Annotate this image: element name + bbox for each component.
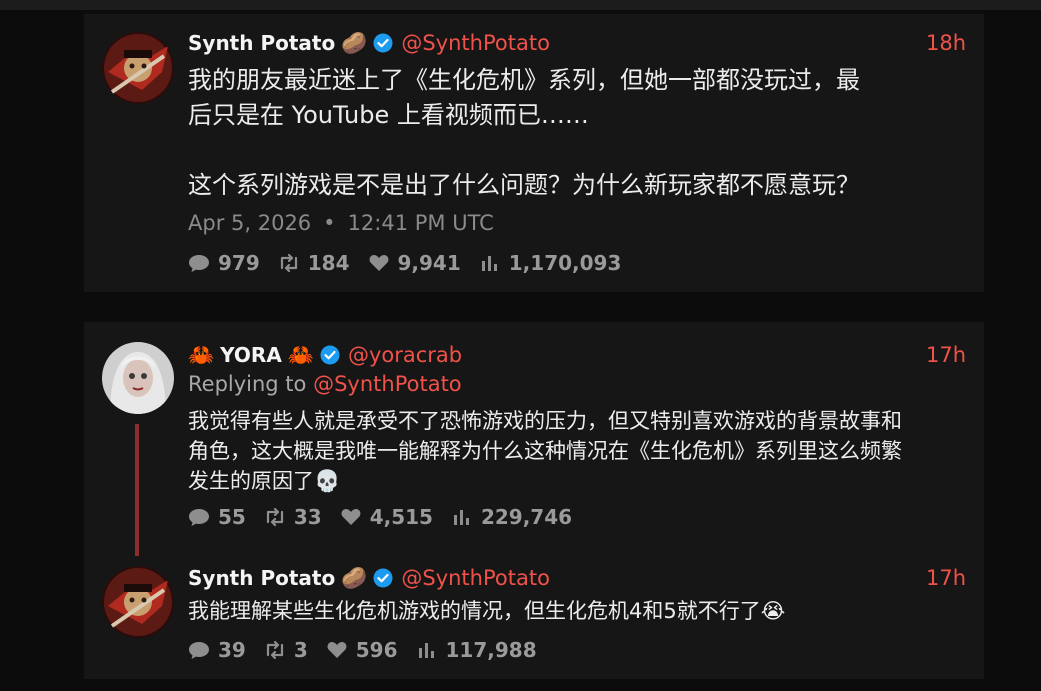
reply-count: 39 xyxy=(218,638,246,662)
handle[interactable]: @SynthPotato xyxy=(401,31,550,55)
avatar-image xyxy=(102,32,174,104)
retweet-count: 33 xyxy=(293,505,322,529)
date: Apr 5, 2026 xyxy=(188,211,312,235)
reply-count: 979 xyxy=(218,251,260,275)
retweet-icon xyxy=(280,253,297,273)
handle[interactable]: @SynthPotato xyxy=(401,566,550,590)
handle[interactable]: @yoracrab xyxy=(348,343,462,367)
tweet-date: Apr 5, 2026 • 12:41 PM UTC xyxy=(188,211,494,235)
like-button[interactable]: 4,515 xyxy=(340,505,433,529)
bar-chart-icon xyxy=(481,256,497,271)
tweet-text: 我的朋友最近迷上了《生化危机》系列，但她一部都没玩过，最 后只是在 YouTub… xyxy=(188,66,860,199)
views-button[interactable]: 1,170,093 xyxy=(479,251,622,275)
speech-bubble-icon xyxy=(189,509,209,526)
heart-icon xyxy=(327,642,347,658)
speech-bubble-icon xyxy=(189,642,209,659)
retweet-icon xyxy=(266,640,283,660)
like-count: 9,941 xyxy=(397,251,461,275)
avatar-yoracrab[interactable] xyxy=(102,342,174,414)
view-count: 117,988 xyxy=(445,638,537,662)
replying-to: Replying to @SynthPotato xyxy=(188,372,462,396)
view-count: 229,746 xyxy=(480,505,573,529)
timestamp[interactable]: 17h xyxy=(926,343,966,367)
date-separator: • xyxy=(323,211,336,235)
reply-header: 🦀 YORA 🦀 @yoracrab 17h xyxy=(188,340,966,370)
heart-icon xyxy=(341,509,361,525)
potato-emoji: 🥔 xyxy=(341,30,368,55)
bar-chart-icon xyxy=(453,510,469,525)
tweet-thread-card: 🦀 YORA 🦀 @yoracrab 17h Replying to @Synt… xyxy=(84,322,984,679)
potato-emoji: 🥔 xyxy=(341,565,368,590)
like-count: 4,515 xyxy=(369,505,433,529)
tweet-stats: 979 184 9,941 1,170,093 xyxy=(188,251,639,275)
heart-icon xyxy=(369,255,388,271)
reply-count: 55 xyxy=(218,505,246,529)
timestamp[interactable]: 17h xyxy=(926,566,966,590)
retweet-button[interactable]: 184 xyxy=(278,251,350,275)
display-name[interactable]: YORA xyxy=(220,343,282,367)
retweet-button[interactable]: 33 xyxy=(264,505,322,529)
timestamp[interactable]: 18h xyxy=(926,31,966,55)
like-button[interactable]: 596 xyxy=(326,638,398,662)
reply-stats: 39 3 596 117,988 xyxy=(188,638,555,662)
like-count: 596 xyxy=(355,638,398,662)
view-count: 1,170,093 xyxy=(508,251,622,275)
crab-emoji: 🦀 xyxy=(287,342,314,367)
clock: 12:41 PM UTC xyxy=(347,211,494,235)
verified-badge-icon xyxy=(373,33,393,53)
reply-text: 我觉得有些人就是承受不了恐怖游戏的压力，但又特别喜欢游戏的背景故事和 角色，这大… xyxy=(188,409,902,493)
bar-chart-icon xyxy=(418,643,434,658)
reply-stats: 55 33 4,515 229,746 xyxy=(188,505,590,529)
retweet-count: 184 xyxy=(307,251,350,275)
thread-connector-line xyxy=(135,424,139,556)
reply-header: Synth Potato 🥔 @SynthPotato 17h xyxy=(188,563,966,593)
like-button[interactable]: 9,941 xyxy=(368,251,461,275)
reply-text: 我能理解某些生化危机游戏的情况，但生化危机4和5就不行了😭 xyxy=(188,599,786,623)
avatar-synthpotato[interactable] xyxy=(102,32,174,104)
views-button[interactable]: 117,988 xyxy=(416,638,537,662)
reply-button[interactable]: 55 xyxy=(188,505,246,529)
reply-button[interactable]: 979 xyxy=(188,251,260,275)
verified-badge-icon xyxy=(373,568,393,588)
top-bar xyxy=(0,0,1041,10)
reply-button[interactable]: 39 xyxy=(188,638,246,662)
display-name[interactable]: Synth Potato xyxy=(188,566,335,590)
crab-emoji: 🦀 xyxy=(188,342,215,367)
tweet-header: Synth Potato 🥔 @SynthPotato 18h xyxy=(188,28,966,58)
replying-handle[interactable]: @SynthPotato xyxy=(313,372,462,396)
views-button[interactable]: 229,746 xyxy=(451,505,572,529)
avatar-image xyxy=(102,342,174,414)
retweet-button[interactable]: 3 xyxy=(264,638,308,662)
speech-bubble-icon xyxy=(189,255,209,272)
avatar-synthpotato[interactable] xyxy=(102,566,174,638)
display-name[interactable]: Synth Potato xyxy=(188,31,335,55)
avatar-image xyxy=(102,566,174,638)
verified-badge-icon xyxy=(320,345,340,365)
retweet-icon xyxy=(266,507,283,527)
tweet-card-main[interactable]: Synth Potato 🥔 @SynthPotato 18h 我的朋友最近迷上… xyxy=(84,14,984,292)
replying-label: Replying to xyxy=(188,372,307,396)
retweet-count: 3 xyxy=(293,638,308,662)
